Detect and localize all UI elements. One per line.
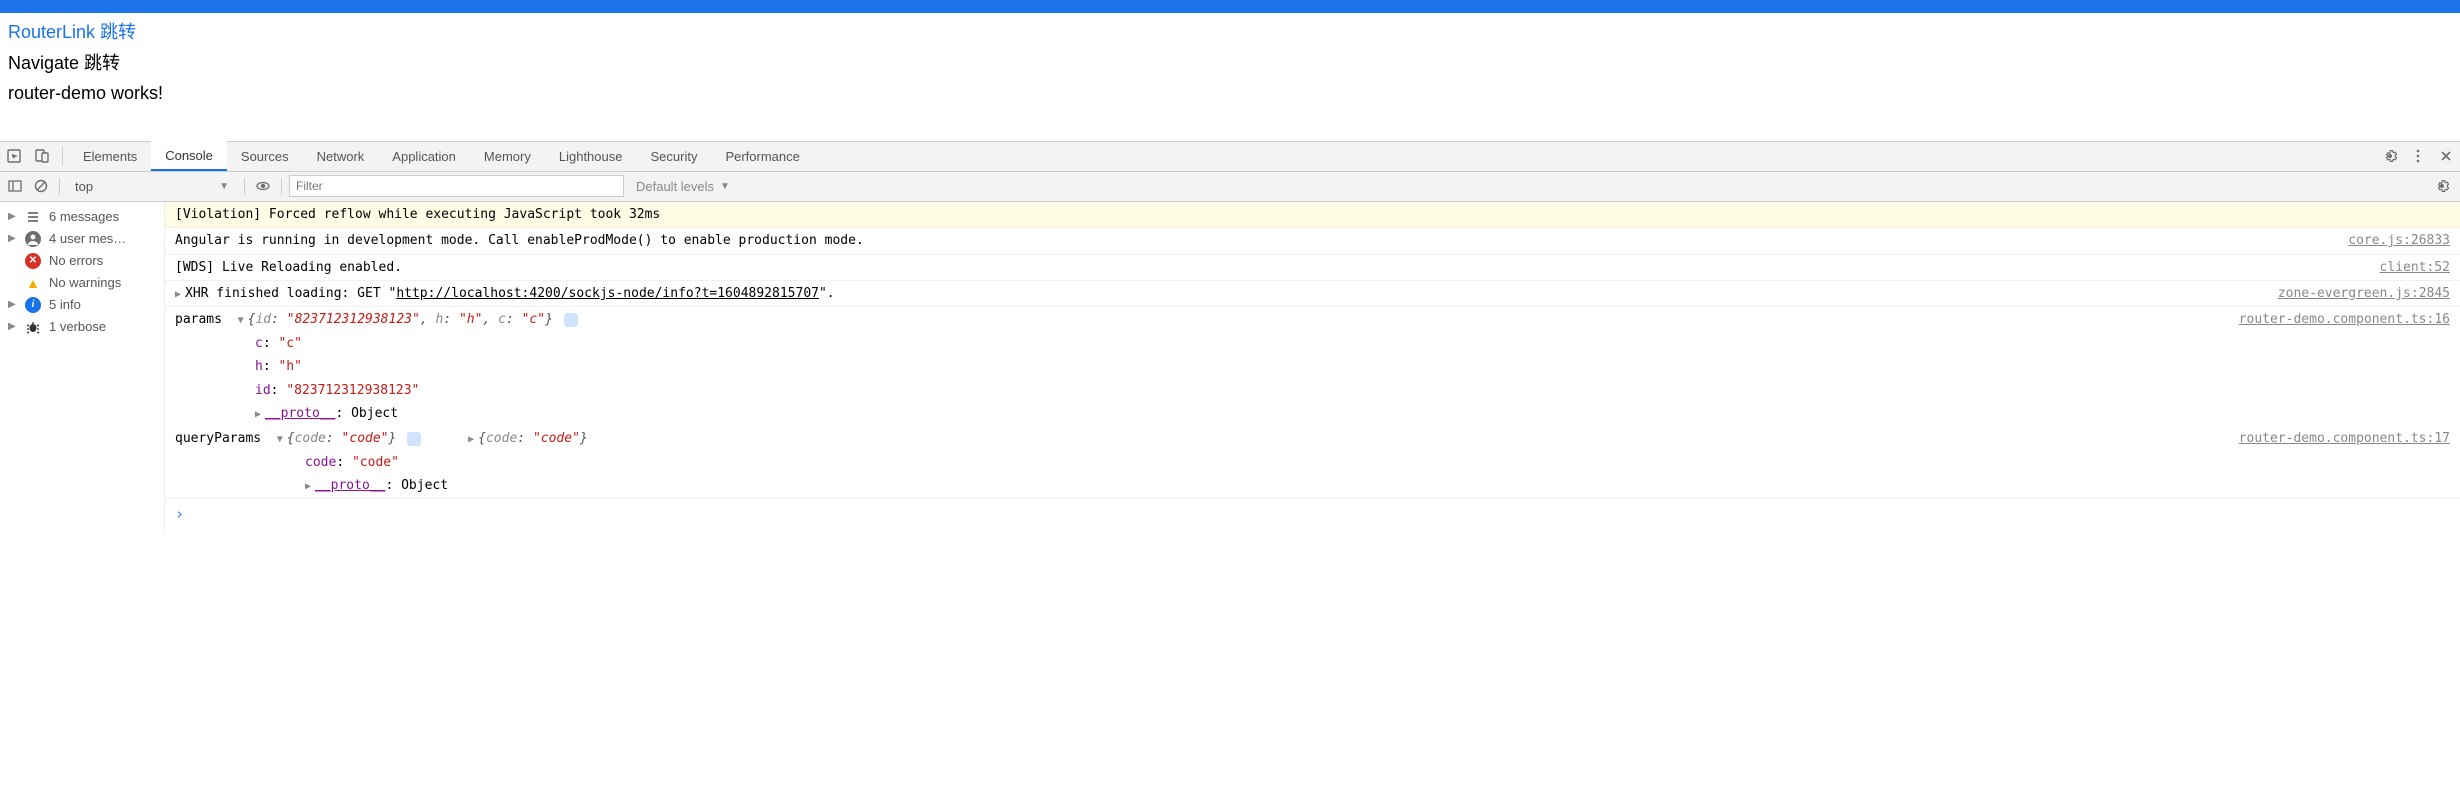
levels-label: Default levels — [636, 179, 714, 194]
devtools-panel: Elements Console Sources Network Applica… — [0, 141, 2460, 531]
console-log-area: [Violation] Forced reflow while executin… — [165, 202, 2460, 531]
console-settings-icon[interactable] — [2428, 178, 2456, 194]
sidebar-label: 4 user mes… — [49, 231, 126, 246]
console-sidebar: ▶ 6 messages ▶ 4 user mes… ▶ ✕ No errors… — [0, 202, 165, 531]
console-toolbar: top ▼ Default levels ▼ — [0, 172, 2460, 202]
expand-icon: ▶ — [8, 211, 17, 222]
log-source-link[interactable]: zone-evergreen.js:2845 — [2278, 282, 2450, 305]
log-source-link[interactable]: router-demo.component.ts:17 — [2239, 427, 2450, 497]
log-message: queryParams ▼{code: "code"} ▶{code: "cod… — [175, 427, 2229, 497]
log-row[interactable]: Angular is running in development mode. … — [165, 228, 2460, 254]
error-icon: ✕ — [25, 253, 41, 269]
tab-performance[interactable]: Performance — [711, 141, 813, 171]
devtools-tab-bar: Elements Console Sources Network Applica… — [0, 142, 2460, 172]
inspect-icon[interactable] — [0, 148, 28, 164]
expand-icon[interactable]: ▶ — [305, 478, 315, 496]
log-source-link[interactable]: core.js:26833 — [2348, 229, 2450, 252]
close-icon[interactable] — [2432, 148, 2460, 164]
sidebar-item-verbose[interactable]: ▶ 1 verbose — [0, 316, 164, 338]
sidebar-toggle-icon[interactable] — [4, 178, 26, 194]
console-prompt[interactable]: › — [165, 499, 2460, 530]
context-selector[interactable]: top ▼ — [67, 179, 237, 194]
context-label: top — [75, 179, 93, 194]
user-icon — [25, 231, 41, 247]
settings-icon[interactable] — [2376, 148, 2404, 164]
bug-icon — [25, 319, 41, 335]
router-link[interactable]: RouterLink 跳转 — [8, 22, 136, 42]
sidebar-item-info[interactable]: ▶ i 5 info — [0, 294, 164, 316]
page-content: RouterLink 跳转 Navigate 跳转 router-demo wo… — [0, 13, 2460, 113]
info-badge-icon[interactable] — [407, 432, 421, 446]
warning-icon: ▲ — [25, 275, 41, 291]
log-levels-selector[interactable]: Default levels ▼ — [628, 179, 738, 194]
log-source-link[interactable]: router-demo.component.ts:16 — [2239, 308, 2450, 425]
sidebar-item-errors[interactable]: ▶ ✕ No errors — [0, 250, 164, 272]
expand-icon: ▶ — [8, 299, 17, 310]
collapse-icon[interactable]: ▼ — [238, 312, 248, 330]
tab-network[interactable]: Network — [303, 141, 379, 171]
chevron-down-icon: ▼ — [219, 181, 229, 192]
live-expression-icon[interactable] — [252, 178, 274, 194]
info-badge-icon[interactable] — [564, 313, 578, 327]
expand-icon[interactable]: ▶ — [468, 431, 478, 449]
tab-security[interactable]: Security — [636, 141, 711, 171]
log-message: Angular is running in development mode. … — [175, 229, 2338, 252]
sidebar-item-warnings[interactable]: ▶ ▲ No warnings — [0, 272, 164, 294]
sidebar-label: No warnings — [49, 275, 121, 290]
log-row-queryparams[interactable]: queryParams ▼{code: "code"} ▶{code: "cod… — [165, 426, 2460, 499]
tab-sources[interactable]: Sources — [227, 141, 303, 171]
tab-elements[interactable]: Elements — [69, 141, 151, 171]
tab-memory[interactable]: Memory — [470, 141, 545, 171]
tab-lighthouse[interactable]: Lighthouse — [545, 141, 637, 171]
clear-console-icon[interactable] — [30, 178, 52, 194]
log-message: ▶XHR finished loading: GET "http://local… — [175, 282, 2268, 305]
log-message: [WDS] Live Reloading enabled. — [175, 256, 2370, 279]
chevron-down-icon: ▼ — [720, 181, 730, 192]
sidebar-label: 5 info — [49, 297, 81, 312]
collapse-icon[interactable]: ▼ — [277, 431, 287, 449]
log-row[interactable]: [WDS] Live Reloading enabled. client:52 — [165, 255, 2460, 281]
list-icon — [25, 209, 41, 225]
log-row[interactable]: ▶XHR finished loading: GET "http://local… — [165, 281, 2460, 307]
sidebar-item-user[interactable]: ▶ 4 user mes… — [0, 228, 164, 250]
tab-application[interactable]: Application — [378, 141, 470, 171]
log-row-params[interactable]: params ▼{id: "823712312938123", h: "h", … — [165, 307, 2460, 426]
expand-icon[interactable]: ▶ — [175, 286, 185, 304]
sidebar-label: 1 verbose — [49, 319, 106, 334]
log-message: [Violation] Forced reflow while executin… — [175, 203, 2450, 226]
tab-console[interactable]: Console — [151, 141, 227, 171]
log-message: params ▼{id: "823712312938123", h: "h", … — [175, 308, 2229, 425]
xhr-url[interactable]: http://localhost:4200/sockjs-node/info?t… — [396, 286, 819, 301]
device-toggle-icon[interactable] — [28, 148, 56, 164]
more-icon[interactable] — [2404, 148, 2432, 164]
browser-top-bar — [0, 0, 2460, 13]
sidebar-label: No errors — [49, 253, 103, 268]
navigate-text[interactable]: Navigate 跳转 — [8, 53, 120, 73]
filter-input[interactable] — [289, 175, 624, 197]
sidebar-label: 6 messages — [49, 209, 119, 224]
sidebar-item-messages[interactable]: ▶ 6 messages — [0, 206, 164, 228]
log-source-link[interactable]: client:52 — [2380, 256, 2450, 279]
expand-icon: ▶ — [8, 321, 17, 332]
router-demo-text: router-demo works! — [8, 83, 163, 103]
expand-icon: ▶ — [8, 233, 17, 244]
log-row-violation[interactable]: [Violation] Forced reflow while executin… — [165, 202, 2460, 228]
info-icon: i — [25, 297, 41, 313]
expand-icon[interactable]: ▶ — [255, 406, 265, 424]
